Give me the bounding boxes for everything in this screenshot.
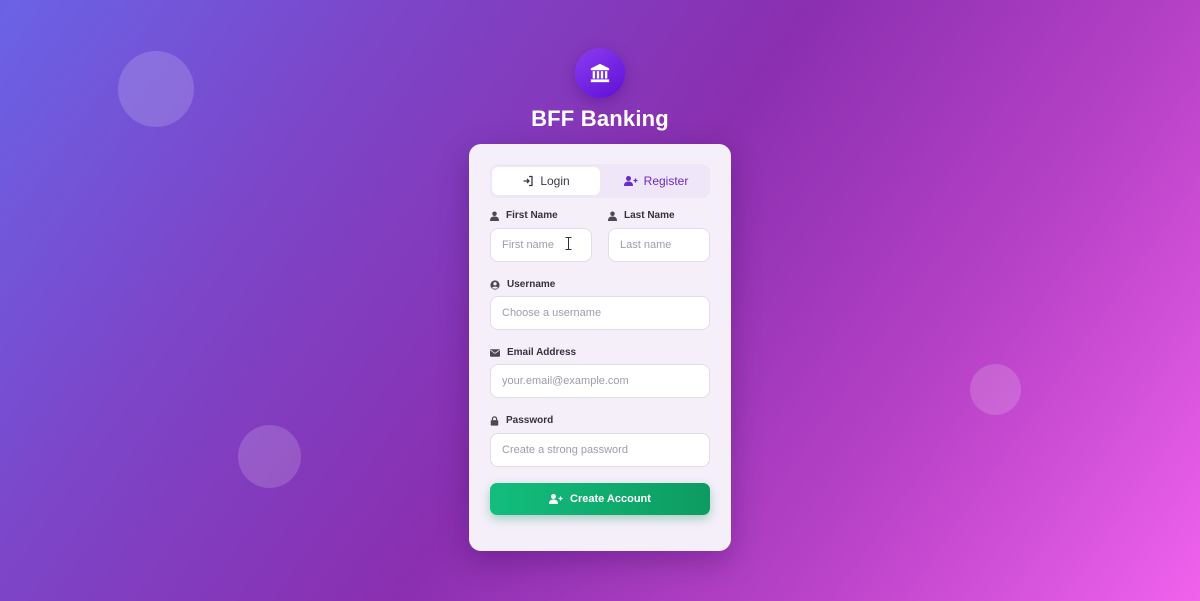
bank-icon — [590, 63, 610, 83]
create-account-button[interactable]: Create Account — [490, 483, 710, 515]
tab-register[interactable]: Register — [602, 167, 710, 195]
password-label: Password — [490, 415, 553, 426]
page-title: BFF Banking — [531, 106, 669, 131]
user-icon — [490, 211, 499, 221]
tab-login-label: Login — [540, 174, 570, 188]
first-name-input[interactable] — [490, 228, 592, 262]
email-label: Email Address — [490, 347, 576, 358]
username-input[interactable] — [490, 296, 710, 330]
user-icon — [608, 211, 617, 221]
login-icon — [523, 175, 533, 187]
tab-login[interactable]: Login — [492, 167, 600, 195]
create-account-label: Create Account — [570, 493, 651, 505]
auth-tabs: Login Register — [490, 164, 710, 198]
bank-logo — [575, 48, 625, 98]
lock-icon — [490, 415, 499, 426]
last-name-label: Last Name — [608, 210, 675, 221]
username-label: Username — [490, 279, 555, 290]
last-name-input[interactable] — [608, 228, 710, 262]
text-cursor-icon — [565, 237, 572, 250]
user-plus-icon — [623, 176, 638, 186]
password-input[interactable] — [490, 433, 710, 467]
tab-register-label: Register — [643, 174, 689, 188]
user-plus-icon — [549, 494, 563, 504]
email-input[interactable] — [490, 364, 710, 398]
user-circle-icon — [490, 279, 500, 290]
envelope-icon — [490, 348, 500, 357]
decorative-bubble — [238, 425, 301, 488]
register-card: Login Register First Name Last Name — [469, 144, 731, 551]
decorative-bubble — [970, 364, 1021, 415]
first-name-label: First Name — [490, 210, 558, 221]
